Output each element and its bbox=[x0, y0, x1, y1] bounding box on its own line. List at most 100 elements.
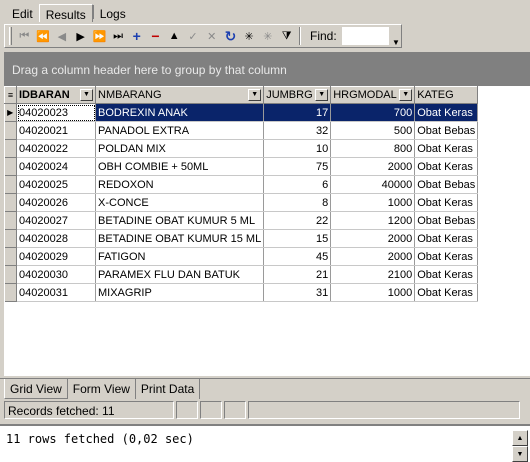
column-filter-icon[interactable]: ▼ bbox=[80, 89, 93, 101]
table-row[interactable]: 04020022 POLDAN MIX 10 800 Obat Keras bbox=[4, 139, 479, 158]
grid-cell[interactable]: 40000 bbox=[330, 175, 416, 194]
row-indicator[interactable] bbox=[4, 247, 17, 266]
clear-filter-icon[interactable]: ✳ bbox=[259, 27, 278, 46]
grid-cell[interactable]: 04020030 bbox=[16, 265, 96, 284]
grid-cell[interactable]: 15 bbox=[263, 229, 332, 248]
grid-cell[interactable]: 04020026 bbox=[16, 193, 96, 212]
table-row[interactable]: 04020028 BETADINE OBAT KUMUR 15 ML 15 2000 O… bbox=[4, 229, 479, 248]
grid-cell[interactable]: 800 bbox=[330, 139, 416, 158]
tab-logs[interactable]: Logs bbox=[94, 4, 132, 22]
grid-cell[interactable]: Obat Keras bbox=[414, 265, 479, 284]
column-filter-icon[interactable]: ▼ bbox=[399, 89, 413, 101]
grid-cell[interactable]: Obat Bebas bbox=[414, 121, 479, 140]
grid-cell[interactable]: Obat Keras bbox=[414, 157, 479, 176]
row-indicator[interactable] bbox=[4, 175, 17, 194]
grid-cell[interactable]: 04020023 bbox=[16, 103, 96, 122]
table-row[interactable]: 04020031 MIXAGRIP 31 1000 Obat Keras bbox=[4, 283, 479, 302]
grid-cell[interactable]: MIXAGRIP bbox=[95, 283, 265, 302]
prior-record-icon[interactable]: ◀ bbox=[52, 27, 71, 46]
grid-cell[interactable]: FATIGON bbox=[95, 247, 265, 266]
post-edit-icon[interactable]: ✓ bbox=[184, 27, 203, 46]
grid-cell[interactable]: 2000 bbox=[330, 229, 416, 248]
grid-cell[interactable]: 1000 bbox=[330, 283, 416, 302]
tab-edit[interactable]: Edit bbox=[6, 4, 39, 22]
table-row[interactable]: 04020026 X-CONCE 8 1000 Obat Keras bbox=[4, 193, 479, 212]
column-header-hrgmodal[interactable]: HRGMODAL ▼ bbox=[330, 86, 416, 104]
row-indicator[interactable] bbox=[4, 121, 17, 140]
column-filter-icon[interactable]: ▼ bbox=[248, 89, 262, 101]
filter-asterisk-icon[interactable]: ✳ bbox=[240, 27, 259, 46]
row-indicator[interactable] bbox=[4, 283, 17, 302]
grid-cell[interactable]: 700 bbox=[330, 103, 416, 122]
grid-cell[interactable]: 1000 bbox=[330, 193, 416, 212]
message-panel[interactable]: 11 rows fetched (0,02 sec) ▲ ▼ bbox=[0, 424, 530, 462]
current-row-indicator-icon[interactable]: ▶ bbox=[4, 103, 17, 122]
row-indicator[interactable] bbox=[4, 193, 17, 212]
table-row[interactable]: 04020030 PARAMEX FLU DAN BATUK 21 2100 Obat … bbox=[4, 265, 479, 284]
grid-cell[interactable]: 04020025 bbox=[16, 175, 96, 194]
grid-cell[interactable]: Obat Keras bbox=[414, 229, 479, 248]
next-record-icon[interactable]: ▶ bbox=[71, 27, 90, 46]
grid-cell[interactable]: X-CONCE bbox=[95, 193, 265, 212]
row-indicator[interactable] bbox=[4, 211, 17, 230]
grid-cell[interactable]: 1200 bbox=[330, 211, 416, 230]
row-indicator[interactable] bbox=[4, 229, 17, 248]
grid-cell[interactable]: 04020027 bbox=[16, 211, 96, 230]
grid-cell[interactable]: PARAMEX FLU DAN BATUK bbox=[95, 265, 265, 284]
message-scrollbar[interactable]: ▲ ▼ bbox=[512, 430, 528, 462]
table-row[interactable]: 04020024 OBH COMBIE + 50ML 75 2000 Obat Kera… bbox=[4, 157, 479, 176]
first-record-icon[interactable]: ⏮ bbox=[15, 27, 34, 46]
grid-cell[interactable]: BETADINE OBAT KUMUR 5 ML bbox=[95, 211, 265, 230]
grid-cell[interactable]: 2000 bbox=[330, 157, 416, 176]
grid-cell[interactable]: 04020022 bbox=[16, 139, 96, 158]
row-indicator[interactable] bbox=[4, 157, 17, 176]
group-by-panel[interactable]: Drag a column header here to group by th… bbox=[4, 52, 530, 86]
grid-cell[interactable]: Obat Bebas bbox=[414, 175, 479, 194]
column-header-jumbrg[interactable]: JUMBRG ▼ bbox=[263, 86, 332, 104]
tab-grid-view[interactable]: Grid View bbox=[4, 379, 68, 399]
toolbar-options-icon[interactable]: ▼ bbox=[391, 25, 401, 47]
prior-page-icon[interactable]: ⏪ bbox=[34, 27, 53, 46]
grid-cell[interactable]: 04020021 bbox=[16, 121, 96, 140]
toolbar-grip[interactable] bbox=[9, 27, 12, 45]
grid-cell[interactable]: Obat Bebas bbox=[414, 211, 479, 230]
grid-cell[interactable]: 500 bbox=[330, 121, 416, 140]
grid-cell[interactable]: 6 bbox=[263, 175, 332, 194]
grid-cell[interactable]: 75 bbox=[263, 157, 332, 176]
grid-cell[interactable]: 21 bbox=[263, 265, 332, 284]
grid-cell[interactable]: BETADINE OBAT KUMUR 15 ML bbox=[95, 229, 265, 248]
table-row[interactable]: 04020027 BETADINE OBAT KUMUR 5 ML 22 1200 Ob… bbox=[4, 211, 479, 230]
grid-cell[interactable]: Obat Keras bbox=[414, 193, 479, 212]
grid-cell[interactable]: 10 bbox=[263, 139, 332, 158]
grid-cell[interactable]: BODREXIN ANAK bbox=[95, 103, 265, 122]
grid-cell[interactable]: REDOXON bbox=[95, 175, 265, 194]
grid-cell[interactable]: 2000 bbox=[330, 247, 416, 266]
grid-cell[interactable]: Obat Keras bbox=[414, 247, 479, 266]
column-header-kateg[interactable]: KATEG bbox=[414, 86, 479, 104]
grid-cell[interactable]: Obat Keras bbox=[414, 139, 479, 158]
grid-cell[interactable]: OBH COMBIE + 50ML bbox=[95, 157, 265, 176]
edit-record-icon[interactable]: ▲ bbox=[165, 27, 184, 46]
table-row[interactable]: 04020025 REDOXON 6 40000 Obat Bebas bbox=[4, 175, 479, 194]
grid-cell[interactable]: 17 bbox=[263, 103, 332, 122]
tab-results[interactable]: Results bbox=[38, 4, 93, 22]
next-page-icon[interactable]: ⏩ bbox=[90, 27, 109, 46]
grid-cell[interactable]: 04020024 bbox=[16, 157, 96, 176]
results-grid[interactable]: ≡ IDBARAN ▼ NMBARANG ▼ JUMBRG ▼ HRGMODAL ▼ K… bbox=[4, 86, 530, 376]
grid-cell[interactable]: 04020029 bbox=[16, 247, 96, 266]
grid-cell[interactable]: PANADOL EXTRA bbox=[95, 121, 265, 140]
grid-cell[interactable]: 04020031 bbox=[16, 283, 96, 302]
refresh-icon[interactable]: ↻ bbox=[221, 27, 240, 46]
insert-record-icon[interactable]: + bbox=[127, 27, 146, 46]
table-row[interactable]: 04020021 PANADOL EXTRA 32 500 Obat Bebas bbox=[4, 121, 479, 140]
grid-cell[interactable]: 22 bbox=[263, 211, 332, 230]
tab-form-view[interactable]: Form View bbox=[68, 379, 136, 399]
row-indicator[interactable] bbox=[4, 139, 17, 158]
last-record-icon[interactable]: ⏭ bbox=[109, 27, 128, 46]
grid-corner-icon[interactable]: ≡ bbox=[4, 86, 17, 104]
find-input[interactable] bbox=[341, 27, 390, 45]
row-indicator[interactable] bbox=[4, 265, 17, 284]
grid-cell[interactable]: 2100 bbox=[330, 265, 416, 284]
table-row[interactable]: ▶ 04020023 BODREXIN ANAK 17 700 Obat Keras bbox=[4, 103, 479, 122]
grid-cell[interactable]: POLDAN MIX bbox=[95, 139, 265, 158]
